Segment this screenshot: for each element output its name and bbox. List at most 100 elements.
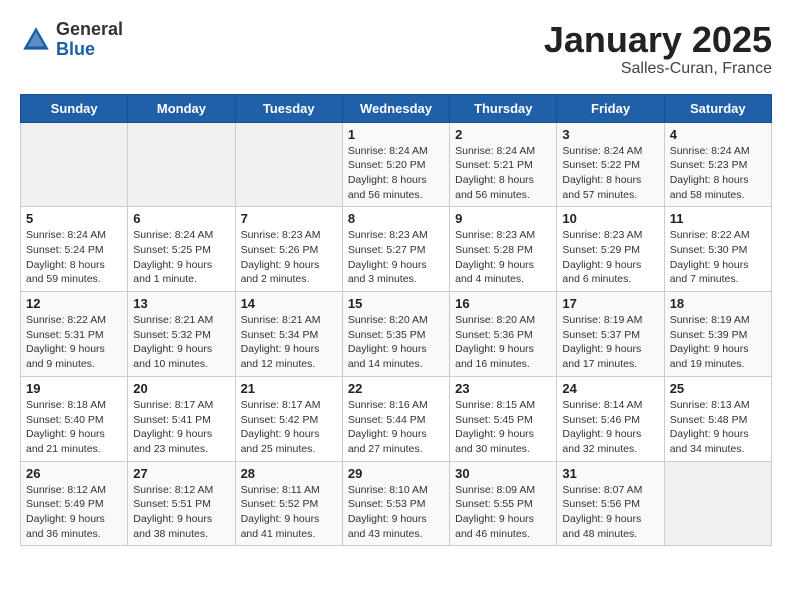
day-number: 20 [133, 381, 229, 396]
day-number: 8 [348, 211, 444, 226]
day-number: 29 [348, 466, 444, 481]
weekday-header-row: Sunday Monday Tuesday Wednesday Thursday… [21, 94, 772, 122]
day-number: 26 [26, 466, 122, 481]
table-row: 2Sunrise: 8:24 AM Sunset: 5:21 PM Daylig… [450, 122, 557, 207]
calendar-week-row: 12 Sunrise: 8:22 AM Sunset: 5:31 PM Dayli… [21, 292, 772, 377]
day-info: Sunrise: 8:09 AM Sunset: 5:55 PM Dayligh… [455, 483, 551, 542]
table-row [235, 122, 342, 207]
day-info: Sunrise: 8:10 AM Sunset: 5:53 PM Dayligh… [348, 483, 444, 542]
day-info: Sunrise: 8:14 AM Sunset: 5:46 PM Dayligh… [562, 398, 658, 457]
day-info: Sunrise: 8:12 AM Sunset: 5:49 PM Dayligh… [26, 483, 122, 542]
table-row: 21 Sunrise: 8:17 AM Sunset: 5:42 PM Dayli… [235, 376, 342, 461]
day-info: Sunrise: 8:16 AM Sunset: 5:44 PM Dayligh… [348, 398, 444, 457]
table-row: 15Sunrise: 8:20 AM Sunset: 5:35 PM Dayli… [342, 292, 449, 377]
day-info: Sunrise: 8:23 AM Sunset: 5:29 PM Dayligh… [562, 228, 658, 287]
table-row: 16 Sunrise: 8:20 AM Sunset: 5:36 PM Dayli… [450, 292, 557, 377]
table-row: 30 Sunrise: 8:09 AM Sunset: 5:55 PM Dayli… [450, 461, 557, 546]
title-block: January 2025 Salles-Curan, France [544, 20, 772, 78]
day-number: 18 [670, 296, 766, 311]
calendar-week-row: 26 Sunrise: 8:12 AM Sunset: 5:49 PM Dayli… [21, 461, 772, 546]
day-number: 14 [241, 296, 337, 311]
logo-blue-text: Blue [56, 40, 123, 60]
day-info: Sunrise: 8:23 AM Sunset: 5:26 PM Dayligh… [241, 228, 337, 287]
day-info: Sunrise: 8:24 AM Sunset: 5:24 PM Dayligh… [26, 228, 122, 287]
day-info: Sunrise: 8:07 AM Sunset: 5:56 PM Dayligh… [562, 483, 658, 542]
calendar-title: January 2025 [544, 20, 772, 60]
header-saturday: Saturday [664, 94, 771, 122]
table-row: 29 Sunrise: 8:10 AM Sunset: 5:53 PM Dayli… [342, 461, 449, 546]
table-row: 28 Sunrise: 8:11 AM Sunset: 5:52 PM Dayli… [235, 461, 342, 546]
calendar-week-row: 5Sunrise: 8:24 AM Sunset: 5:24 PM Daylig… [21, 207, 772, 292]
day-number: 22 [348, 381, 444, 396]
table-row: 26 Sunrise: 8:12 AM Sunset: 5:49 PM Dayli… [21, 461, 128, 546]
header-thursday: Thursday [450, 94, 557, 122]
header-sunday: Sunday [21, 94, 128, 122]
table-row: 14 Sunrise: 8:21 AM Sunset: 5:34 PM Dayli… [235, 292, 342, 377]
logo-general-text: General [56, 20, 123, 40]
table-row: 25 Sunrise: 8:13 AM Sunset: 5:48 PM Dayli… [664, 376, 771, 461]
table-row: 9Sunrise: 8:23 AM Sunset: 5:28 PM Daylig… [450, 207, 557, 292]
day-number: 3 [562, 127, 658, 142]
day-number: 23 [455, 381, 551, 396]
table-row: 8 Sunrise: 8:23 AM Sunset: 5:27 PM Daylig… [342, 207, 449, 292]
day-info: Sunrise: 8:19 AM Sunset: 5:39 PM Dayligh… [670, 313, 766, 372]
day-number: 31 [562, 466, 658, 481]
table-row: 13Sunrise: 8:21 AM Sunset: 5:32 PM Dayli… [128, 292, 235, 377]
day-info: Sunrise: 8:11 AM Sunset: 5:52 PM Dayligh… [241, 483, 337, 542]
calendar-week-row: 19 Sunrise: 8:18 AM Sunset: 5:40 PM Dayli… [21, 376, 772, 461]
table-row: 19 Sunrise: 8:18 AM Sunset: 5:40 PM Dayli… [21, 376, 128, 461]
logo-icon [20, 24, 52, 56]
day-number: 30 [455, 466, 551, 481]
logo: General Blue [20, 20, 123, 60]
day-info: Sunrise: 8:24 AM Sunset: 5:22 PM Dayligh… [562, 144, 658, 203]
table-row: 27 Sunrise: 8:12 AM Sunset: 5:51 PM Dayli… [128, 461, 235, 546]
table-row: 20 Sunrise: 8:17 AM Sunset: 5:41 PM Dayli… [128, 376, 235, 461]
calendar-table: Sunday Monday Tuesday Wednesday Thursday… [20, 94, 772, 547]
day-info: Sunrise: 8:23 AM Sunset: 5:27 PM Dayligh… [348, 228, 444, 287]
table-row: 7Sunrise: 8:23 AM Sunset: 5:26 PM Daylig… [235, 207, 342, 292]
day-info: Sunrise: 8:24 AM Sunset: 5:23 PM Dayligh… [670, 144, 766, 203]
day-info: Sunrise: 8:15 AM Sunset: 5:45 PM Dayligh… [455, 398, 551, 457]
day-info: Sunrise: 8:21 AM Sunset: 5:34 PM Dayligh… [241, 313, 337, 372]
table-row: 1 Sunrise: 8:24 AM Sunset: 5:20 PM Daylig… [342, 122, 449, 207]
day-number: 11 [670, 211, 766, 226]
day-info: Sunrise: 8:17 AM Sunset: 5:41 PM Dayligh… [133, 398, 229, 457]
table-row [128, 122, 235, 207]
day-number: 10 [562, 211, 658, 226]
day-number: 24 [562, 381, 658, 396]
table-row: 17Sunrise: 8:19 AM Sunset: 5:37 PM Dayli… [557, 292, 664, 377]
day-number: 12 [26, 296, 122, 311]
day-number: 28 [241, 466, 337, 481]
day-info: Sunrise: 8:17 AM Sunset: 5:42 PM Dayligh… [241, 398, 337, 457]
header-wednesday: Wednesday [342, 94, 449, 122]
header-tuesday: Tuesday [235, 94, 342, 122]
day-info: Sunrise: 8:21 AM Sunset: 5:32 PM Dayligh… [133, 313, 229, 372]
table-row [664, 461, 771, 546]
table-row: 3 Sunrise: 8:24 AM Sunset: 5:22 PM Daylig… [557, 122, 664, 207]
day-info: Sunrise: 8:22 AM Sunset: 5:31 PM Dayligh… [26, 313, 122, 372]
day-number: 19 [26, 381, 122, 396]
table-row: 6 Sunrise: 8:24 AM Sunset: 5:25 PM Daylig… [128, 207, 235, 292]
day-info: Sunrise: 8:20 AM Sunset: 5:36 PM Dayligh… [455, 313, 551, 372]
table-row: 5Sunrise: 8:24 AM Sunset: 5:24 PM Daylig… [21, 207, 128, 292]
day-number: 1 [348, 127, 444, 142]
table-row: 18 Sunrise: 8:19 AM Sunset: 5:39 PM Dayli… [664, 292, 771, 377]
day-number: 4 [670, 127, 766, 142]
table-row: 23 Sunrise: 8:15 AM Sunset: 5:45 PM Dayli… [450, 376, 557, 461]
day-number: 21 [241, 381, 337, 396]
day-info: Sunrise: 8:13 AM Sunset: 5:48 PM Dayligh… [670, 398, 766, 457]
day-info: Sunrise: 8:24 AM Sunset: 5:20 PM Dayligh… [348, 144, 444, 203]
header-friday: Friday [557, 94, 664, 122]
day-number: 16 [455, 296, 551, 311]
table-row: 12 Sunrise: 8:22 AM Sunset: 5:31 PM Dayli… [21, 292, 128, 377]
day-number: 25 [670, 381, 766, 396]
day-number: 27 [133, 466, 229, 481]
day-info: Sunrise: 8:18 AM Sunset: 5:40 PM Dayligh… [26, 398, 122, 457]
calendar-subtitle: Salles-Curan, France [544, 60, 772, 78]
table-row: 4 Sunrise: 8:24 AM Sunset: 5:23 PM Daylig… [664, 122, 771, 207]
day-number: 6 [133, 211, 229, 226]
day-info: Sunrise: 8:12 AM Sunset: 5:51 PM Dayligh… [133, 483, 229, 542]
day-number: 2 [455, 127, 551, 142]
day-info: Sunrise: 8:24 AM Sunset: 5:25 PM Dayligh… [133, 228, 229, 287]
day-info: Sunrise: 8:23 AM Sunset: 5:28 PM Dayligh… [455, 228, 551, 287]
